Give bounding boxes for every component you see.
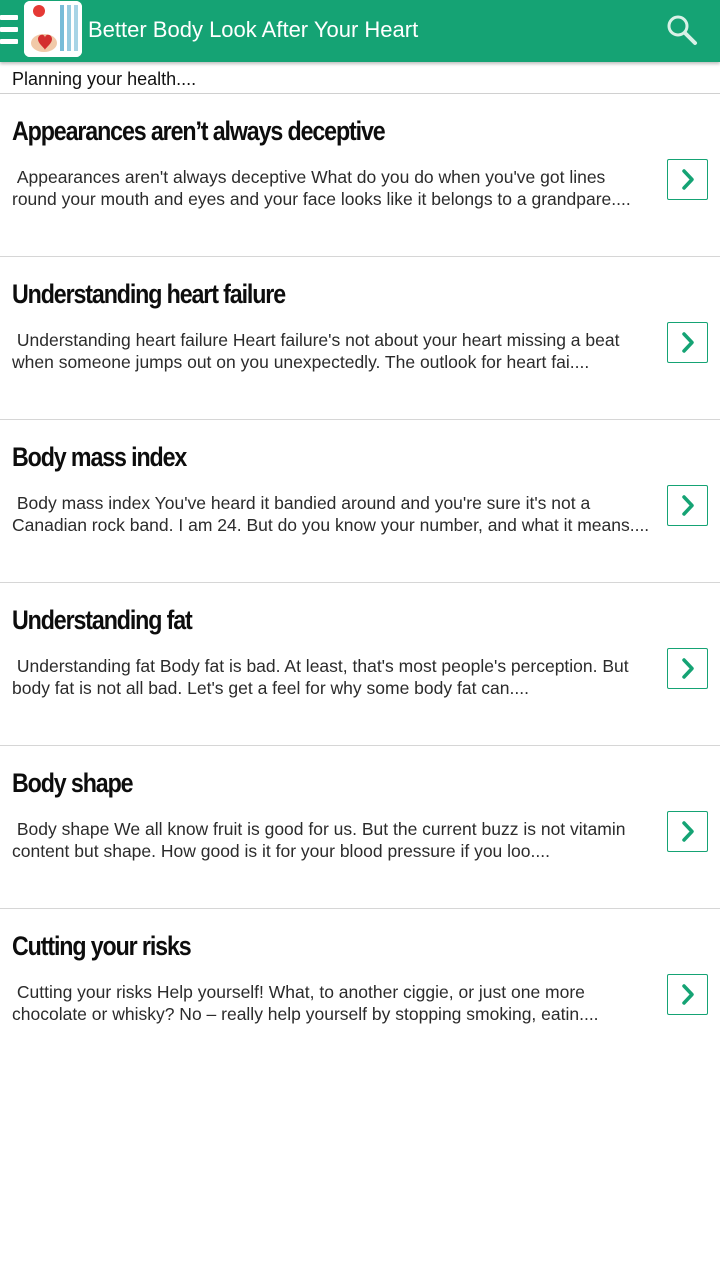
list-item[interactable]: Appearances aren’t always deceptive Appe…: [0, 94, 720, 257]
article-title: Body shape: [12, 768, 134, 798]
article-description: Appearances aren't always deceptive What…: [12, 167, 631, 209]
article-title: Understanding heart failure: [12, 279, 286, 309]
open-article-button[interactable]: [667, 648, 708, 689]
chevron-right-icon: [682, 332, 694, 353]
list-item[interactable]: Body mass index Body mass index You've h…: [0, 420, 720, 583]
article-title: Body mass index: [12, 442, 187, 472]
chevron-right-icon: [682, 984, 694, 1005]
article-title: Appearances aren’t always deceptive: [12, 116, 386, 146]
article-description: Body shape We all know fruit is good for…: [12, 819, 631, 861]
list-item[interactable]: Body shape Body shape We all know fruit …: [0, 746, 720, 909]
open-article-button[interactable]: [667, 159, 708, 200]
list-item[interactable]: Understanding heart failure Understandin…: [0, 257, 720, 420]
open-article-button[interactable]: [667, 322, 708, 363]
open-article-button[interactable]: [667, 974, 708, 1015]
app-logo-icon[interactable]: [24, 1, 82, 57]
article-description: Understanding fat Body fat is bad. At le…: [12, 656, 634, 698]
article-description: Body mass index You've heard it bandied …: [12, 493, 650, 535]
page-subtitle: Planning your health....: [12, 69, 197, 89]
chevron-right-icon: [682, 658, 694, 679]
search-icon[interactable]: [664, 12, 700, 48]
list-item[interactable]: Understanding fat Understanding fat Body…: [0, 583, 720, 746]
article-list: Appearances aren’t always deceptive Appe…: [0, 94, 720, 1071]
list-item[interactable]: Cutting your risks Cutting your risks He…: [0, 909, 720, 1071]
article-description: Cutting your risks Help yourself! What, …: [12, 982, 599, 1024]
open-article-button[interactable]: [667, 485, 708, 526]
article-description: Understanding heart failure Heart failur…: [12, 330, 625, 372]
chevron-right-icon: [682, 495, 694, 516]
chevron-right-icon: [682, 821, 694, 842]
hamburger-menu-icon[interactable]: [0, 15, 20, 45]
article-title: Understanding fat: [12, 605, 193, 635]
app-bar: Better Body Look After Your Heart: [0, 0, 720, 62]
chevron-right-icon: [682, 169, 694, 190]
open-article-button[interactable]: [667, 811, 708, 852]
app-title: Better Body Look After Your Heart: [88, 17, 419, 42]
article-title: Cutting your risks: [12, 931, 192, 961]
